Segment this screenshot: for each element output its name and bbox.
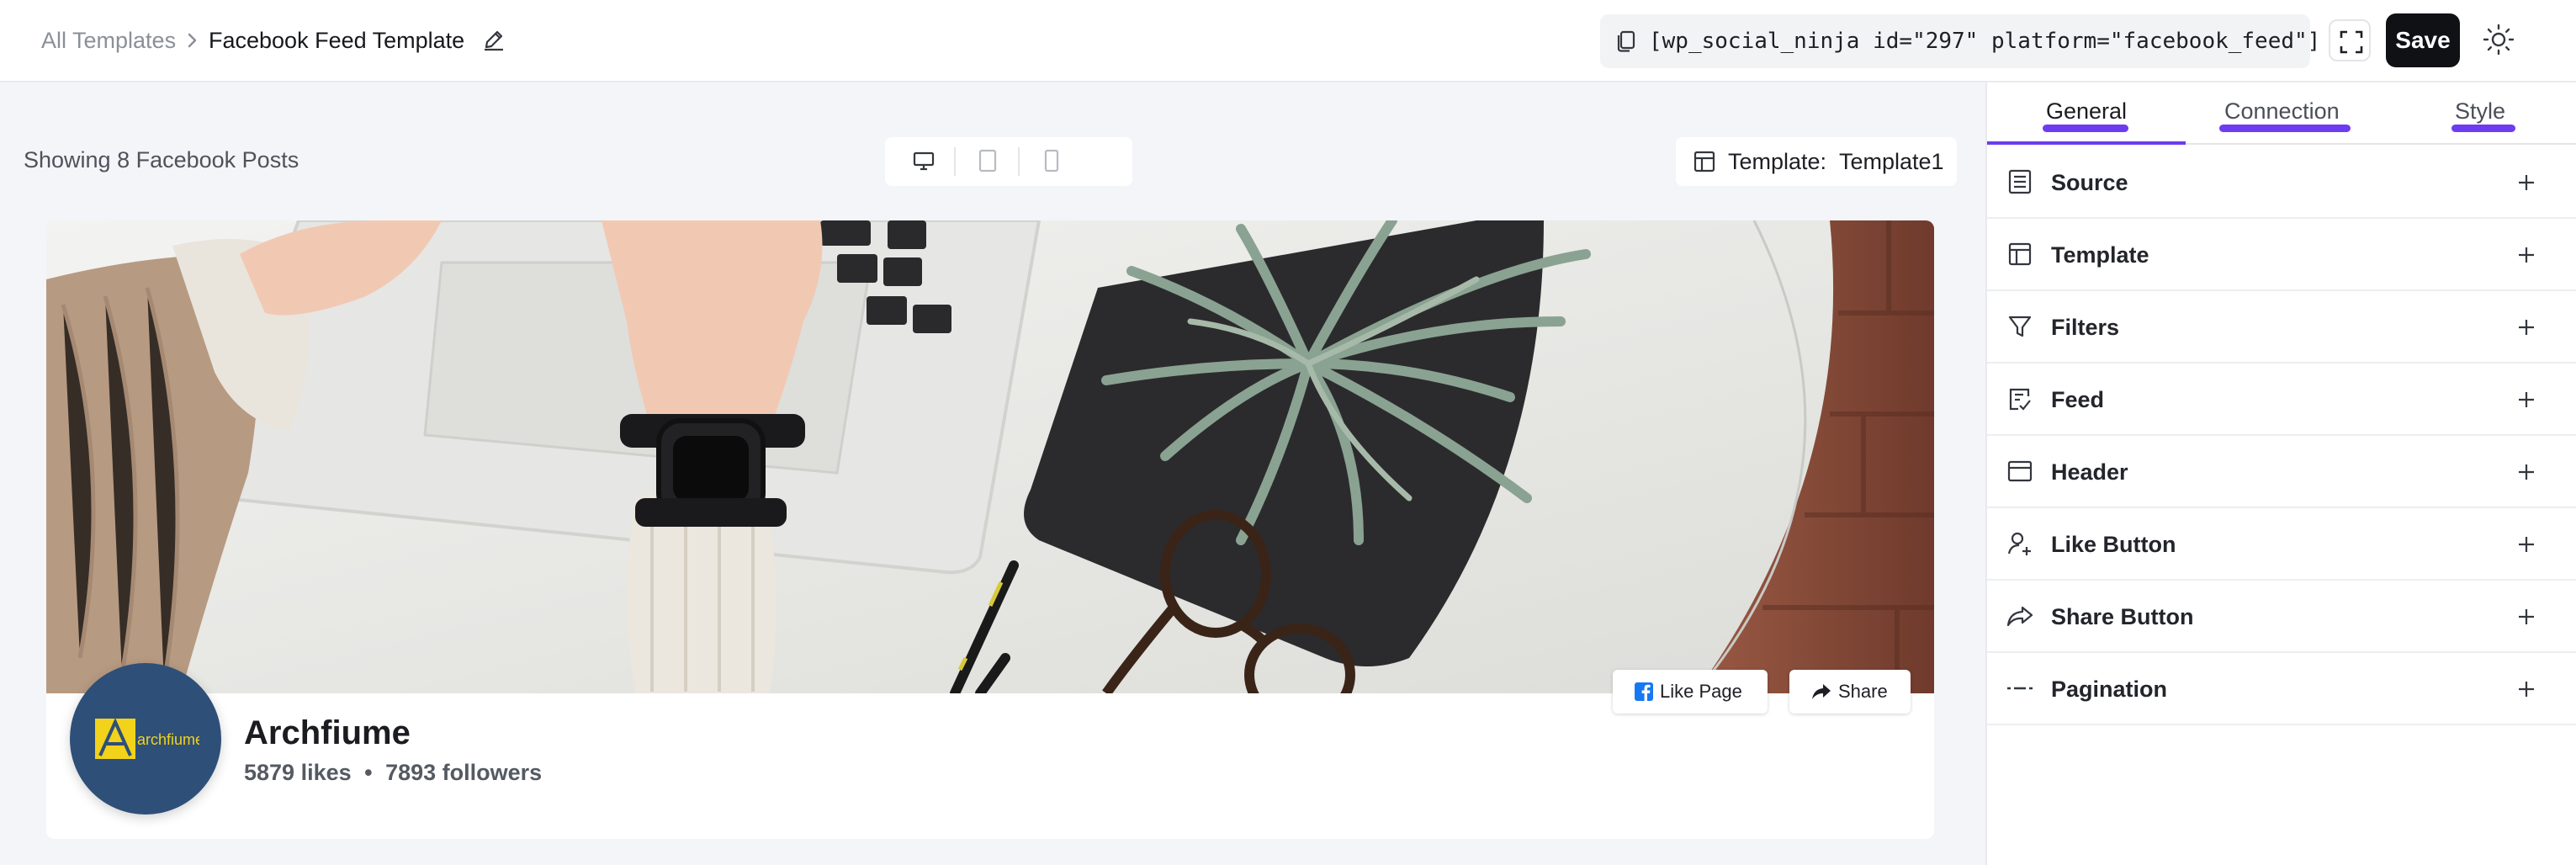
plus-icon[interactable] — [2515, 172, 2537, 194]
section-label: Source — [2051, 170, 2128, 195]
share-icon — [1812, 684, 1831, 699]
template-label: Template: — [1728, 149, 1827, 174]
mobile-icon — [1044, 149, 1059, 172]
tablet-view-button[interactable] — [957, 137, 1016, 186]
archfiume-logo: archfiume — [95, 718, 199, 759]
section-feed[interactable]: Feed — [1987, 364, 2576, 436]
section-label: Share Button — [2051, 604, 2194, 629]
plus-icon[interactable] — [2515, 678, 2537, 700]
chevron-right-icon — [188, 33, 197, 48]
section-label: Template — [2051, 242, 2149, 268]
section-label: Feed — [2051, 387, 2105, 412]
divider — [1018, 147, 1020, 176]
settings-tabs: General Connection Style — [1987, 82, 2576, 145]
tab-style[interactable]: Style — [2455, 98, 2505, 125]
shortcode-copy-box[interactable]: [wp_social_ninja id="297" platform="face… — [1600, 14, 2320, 68]
desktop-view-button[interactable] — [893, 137, 952, 186]
shortcode-text: [wp_social_ninja id="297" platform="face… — [1649, 29, 2321, 54]
pagination-icon — [2007, 687, 2033, 690]
page-name[interactable]: Archfiume — [244, 714, 411, 752]
settings-sidebar: General Connection Style Source Template… — [1985, 82, 2576, 865]
section-label: Like Button — [2051, 532, 2176, 557]
section-filters[interactable]: Filters — [1987, 291, 2576, 364]
tab-general-indicator — [2043, 125, 2128, 132]
top-bar: All Templates Facebook Feed Template [wp… — [0, 0, 2576, 82]
section-label: Filters — [2051, 315, 2120, 340]
section-label: Header — [2051, 459, 2128, 485]
tab-style-indicator — [2451, 125, 2515, 132]
list-icon — [2008, 169, 2032, 194]
device-switcher — [885, 137, 1132, 186]
share-button[interactable]: Share — [1789, 670, 1911, 714]
pencil-icon[interactable] — [480, 25, 508, 54]
tablet-icon — [978, 149, 997, 172]
logo-text: archfiume — [137, 731, 199, 748]
plus-icon[interactable] — [2515, 533, 2537, 555]
mobile-view-button[interactable] — [1021, 137, 1080, 186]
desktop-icon — [913, 151, 935, 171]
checklist-icon — [2009, 388, 2031, 411]
section-label: Pagination — [2051, 677, 2168, 702]
plus-icon[interactable] — [2515, 461, 2537, 483]
likes-count: 5879 likes — [244, 760, 352, 785]
section-pagination[interactable]: Pagination — [1987, 653, 2576, 725]
cover-photo-illustration — [46, 220, 1934, 693]
expand-icon — [2340, 30, 2363, 54]
post-count-text: Showing 8 Facebook Posts — [24, 147, 299, 172]
tab-general[interactable]: General — [2046, 98, 2127, 125]
sun-icon[interactable] — [2482, 23, 2515, 56]
layout-icon — [1693, 151, 1715, 172]
user-plus-icon — [2007, 532, 2031, 555]
share-arrow-icon — [2006, 606, 2033, 627]
tab-connection[interactable]: Connection — [2224, 98, 2340, 125]
template-value: Template1 — [1839, 149, 1944, 174]
page-title: Facebook Feed Template — [209, 28, 465, 53]
section-source[interactable]: Source — [1987, 146, 2576, 219]
divider — [954, 147, 956, 176]
facebook-feed-header-card: archfiume Archfiume 5879 likes • 7893 fo… — [46, 220, 1934, 839]
facebook-icon — [1635, 682, 1653, 701]
template-selector[interactable]: Template: Template1 — [1676, 137, 1957, 186]
page-stats: 5879 likes • 7893 followers — [244, 759, 542, 786]
copy-icon[interactable] — [1612, 27, 1640, 56]
followers-count: 7893 followers — [385, 760, 543, 785]
fullscreen-button[interactable] — [2329, 19, 2371, 61]
avatar[interactable]: archfiume — [70, 663, 221, 815]
tab-connection-indicator — [2219, 125, 2351, 132]
save-button[interactable]: Save — [2386, 13, 2460, 67]
layout-icon — [2008, 242, 2032, 266]
cover-photo — [46, 220, 1934, 693]
plus-icon[interactable] — [2515, 389, 2537, 411]
plus-icon[interactable] — [2515, 244, 2537, 266]
plus-icon[interactable] — [2515, 606, 2537, 628]
plus-icon[interactable] — [2515, 316, 2537, 338]
section-like-button[interactable]: Like Button — [1987, 508, 2576, 581]
section-header[interactable]: Header — [1987, 436, 2576, 508]
section-share-button[interactable]: Share Button — [1987, 581, 2576, 653]
like-page-button[interactable]: Like Page — [1613, 670, 1768, 714]
filter-icon — [2008, 316, 2032, 337]
header-layout-icon — [2007, 460, 2033, 482]
section-template[interactable]: Template — [1987, 219, 2576, 291]
breadcrumb-all-templates[interactable]: All Templates — [41, 27, 176, 54]
like-page-label: Like Page — [1660, 681, 1742, 702]
stats-separator: • — [364, 760, 373, 785]
active-tab-line — [1987, 141, 2186, 145]
share-label: Share — [1838, 681, 1888, 702]
